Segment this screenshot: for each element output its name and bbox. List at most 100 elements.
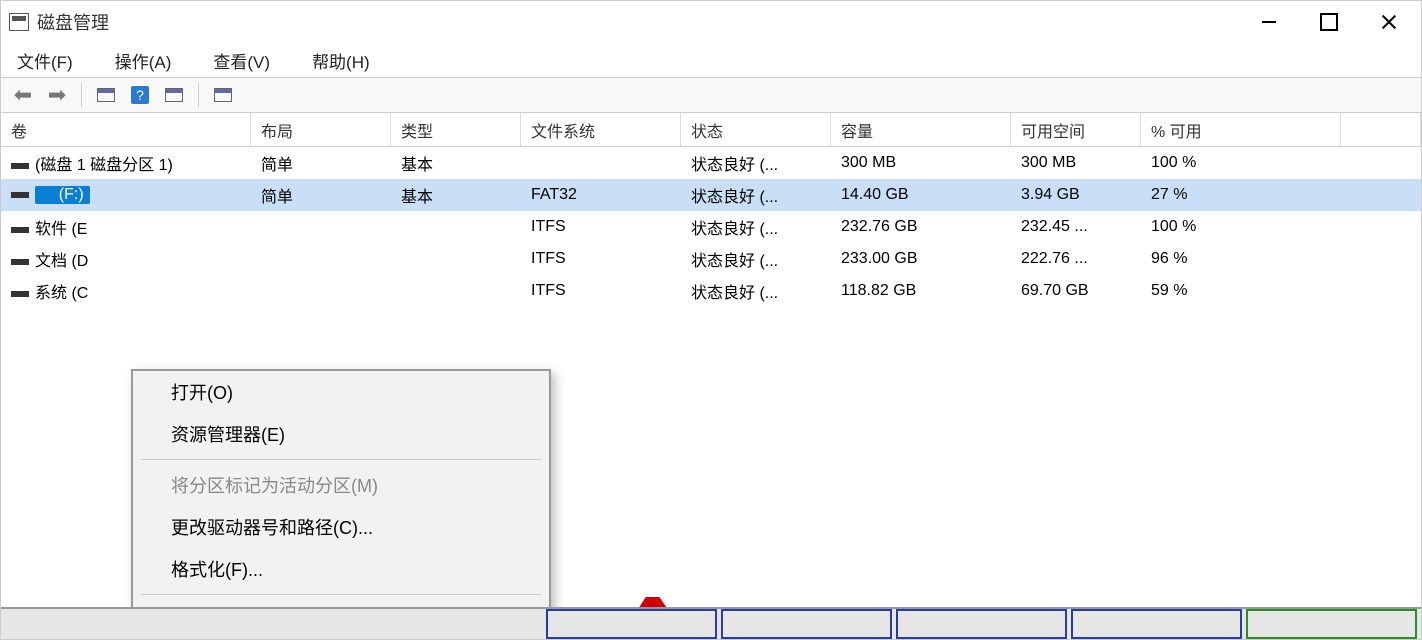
help-button[interactable]: ? — [126, 82, 154, 108]
table-row[interactable]: 文档 (D ITFS 状态良好 (... 233.00 GB 222.76 ..… — [1, 243, 1421, 275]
cell-type — [391, 287, 521, 295]
window: 磁盘管理 文件(F) 操作(A) 查看(V) 帮助(H) ⬅ ➡ ? 卷 布局 … — [0, 0, 1422, 640]
volume-icon — [11, 291, 29, 297]
menu-file[interactable]: 文件(F) — [11, 46, 79, 75]
partition-block[interactable] — [1246, 609, 1417, 639]
cell-volume: 文档 (D — [35, 253, 88, 270]
column-status[interactable]: 状态 — [681, 113, 831, 146]
table-row[interactable]: (磁盘 1 磁盘分区 1) 简单 基本 状态良好 (... 300 MB 300… — [1, 147, 1421, 179]
cell-layout: 简单 — [251, 147, 391, 179]
cell-percent: 59 % — [1141, 278, 1341, 304]
close-button[interactable] — [1359, 4, 1419, 40]
properties-icon — [97, 88, 115, 102]
column-freespace[interactable]: 可用空间 — [1011, 113, 1141, 146]
view-button[interactable] — [160, 82, 188, 108]
window-title: 磁盘管理 — [37, 9, 109, 35]
context-menu-change-drive-letter[interactable]: 更改驱动器号和路径(C)... — [133, 506, 549, 548]
menu-action[interactable]: 操作(A) — [109, 46, 178, 75]
cell-type: 基本 — [391, 147, 521, 179]
arrow-right-icon: ➡ — [48, 84, 66, 106]
menu-help[interactable]: 帮助(H) — [306, 46, 376, 75]
volume-icon — [11, 163, 29, 169]
volume-icon — [11, 259, 29, 265]
cell-free: 222.76 ... — [1011, 246, 1141, 272]
partition-block[interactable] — [546, 609, 717, 639]
partition-block[interactable] — [721, 609, 892, 639]
cell-percent: 100 % — [1141, 150, 1341, 176]
toolbar-separator — [81, 83, 82, 107]
cell-status: 状态良好 (... — [681, 243, 831, 275]
partition-block[interactable] — [1071, 609, 1242, 639]
context-menu-separator — [141, 594, 541, 595]
cell-capacity: 232.76 GB — [831, 214, 1011, 240]
cell-type — [391, 255, 521, 263]
cell-percent: 27 % — [1141, 182, 1341, 208]
column-filesystem[interactable]: 文件系统 — [521, 113, 681, 146]
menubar: 文件(F) 操作(A) 查看(V) 帮助(H) — [1, 43, 1421, 77]
cell-fs: ITFS — [521, 278, 681, 304]
cell-free: 300 MB — [1011, 150, 1141, 176]
cell-fs: ITFS — [521, 214, 681, 240]
column-percent[interactable]: % 可用 — [1141, 113, 1341, 146]
toolbar: ⬅ ➡ ? — [1, 77, 1421, 113]
table-body: (磁盘 1 磁盘分区 1) 简单 基本 状态良好 (... 300 MB 300… — [1, 147, 1421, 607]
context-menu-extend: 扩展卷(X)... — [133, 599, 549, 607]
cell-status: 状态良好 (... — [681, 179, 831, 211]
cell-volume: (F:) — [35, 186, 90, 204]
list-button[interactable] — [209, 82, 237, 108]
cell-fs — [521, 159, 681, 167]
cell-fs: ITFS — [521, 246, 681, 272]
cell-free: 232.45 ... — [1011, 214, 1141, 240]
cell-layout — [251, 287, 391, 295]
cell-percent: 100 % — [1141, 214, 1341, 240]
context-menu-format[interactable]: 格式化(F)... — [133, 548, 549, 590]
cell-type: 基本 — [391, 179, 521, 211]
titlebar: 磁盘管理 — [1, 1, 1421, 43]
column-type[interactable]: 类型 — [391, 113, 521, 146]
menu-view[interactable]: 查看(V) — [207, 46, 276, 75]
column-extra[interactable] — [1341, 113, 1421, 146]
maximize-button[interactable] — [1299, 4, 1359, 40]
cell-free: 69.70 GB — [1011, 278, 1141, 304]
properties-button[interactable] — [92, 82, 120, 108]
cell-status: 状态良好 (... — [681, 147, 831, 179]
cell-volume: (磁盘 1 磁盘分区 1) — [35, 157, 173, 174]
table-row[interactable]: 系统 (C ITFS 状态良好 (... 118.82 GB 69.70 GB … — [1, 275, 1421, 307]
cell-fs: FAT32 — [521, 182, 681, 208]
disk-graphic-bar — [1, 607, 1421, 639]
back-button[interactable]: ⬅ — [9, 82, 37, 108]
volume-icon — [11, 227, 29, 233]
context-menu: 打开(O) 资源管理器(E) 将分区标记为活动分区(M) 更改驱动器号和路径(C… — [131, 369, 551, 607]
cell-percent: 96 % — [1141, 246, 1341, 272]
cell-layout — [251, 223, 391, 231]
layout-icon — [165, 88, 183, 102]
cell-status: 状态良好 (... — [681, 275, 831, 307]
table-row[interactable]: (F:) 简单 基本 FAT32 状态良好 (... 14.40 GB 3.94… — [1, 179, 1421, 211]
app-icon — [9, 13, 29, 31]
context-menu-separator — [141, 459, 541, 460]
column-layout[interactable]: 布局 — [251, 113, 391, 146]
context-menu-open[interactable]: 打开(O) — [133, 371, 549, 413]
cell-type — [391, 223, 521, 231]
minimize-button[interactable] — [1239, 4, 1299, 40]
cell-layout — [251, 255, 391, 263]
cell-free: 3.94 GB — [1011, 182, 1141, 208]
table-row[interactable]: 软件 (E ITFS 状态良好 (... 232.76 GB 232.45 ..… — [1, 211, 1421, 243]
column-capacity[interactable]: 容量 — [831, 113, 1011, 146]
column-volume[interactable]: 卷 — [1, 113, 251, 146]
context-menu-explorer[interactable]: 资源管理器(E) — [133, 413, 549, 455]
cell-capacity: 233.00 GB — [831, 246, 1011, 272]
toolbar-separator — [198, 83, 199, 107]
list-icon — [214, 88, 232, 102]
cell-capacity: 118.82 GB — [831, 278, 1011, 304]
partition-block[interactable] — [896, 609, 1067, 639]
volume-icon — [11, 192, 29, 198]
forward-button[interactable]: ➡ — [43, 82, 71, 108]
cell-volume: 软件 (E — [35, 221, 87, 238]
arrow-left-icon: ⬅ — [14, 84, 32, 106]
table-header: 卷 布局 类型 文件系统 状态 容量 可用空间 % 可用 — [1, 113, 1421, 147]
cell-status: 状态良好 (... — [681, 211, 831, 243]
cell-volume: 系统 (C — [35, 285, 88, 302]
cell-capacity: 14.40 GB — [831, 182, 1011, 208]
cell-layout: 简单 — [251, 179, 391, 211]
